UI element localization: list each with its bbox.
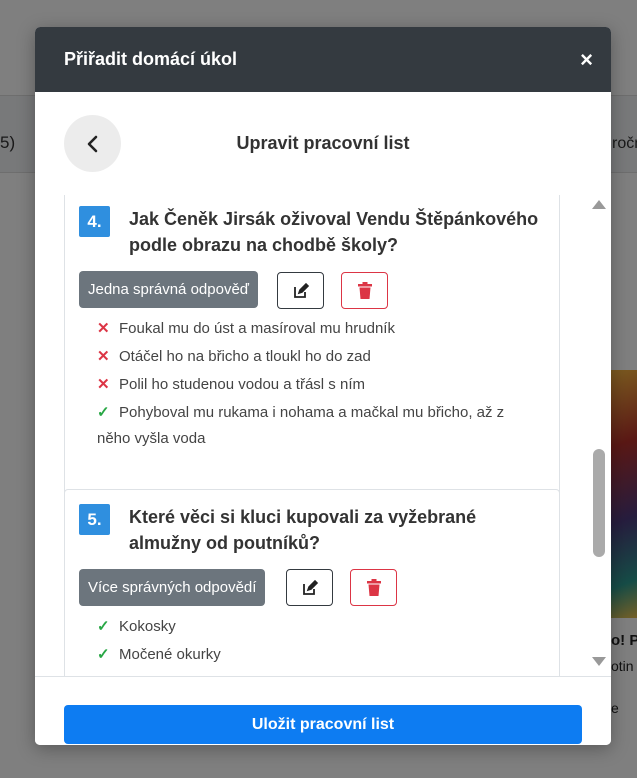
answer-text: Močené okurky: [119, 646, 221, 663]
wrong-answer-icon: ✕: [97, 348, 110, 365]
answer-option: ✓ Kokosky: [97, 614, 537, 640]
answer-text: Kokosky: [119, 618, 176, 635]
answer-option: ✕ Otáčel ho na břicho a tloukl ho do zad: [97, 344, 537, 370]
close-icon[interactable]: ×: [580, 47, 593, 73]
delete-question-button[interactable]: [350, 569, 397, 606]
save-worksheet-button[interactable]: Uložit pracovní list: [64, 705, 582, 744]
worksheet-scroll-area[interactable]: 4. Jak Čeněk Jirsák oživoval Vendu Štěpá…: [35, 195, 611, 676]
wrong-answer-icon: ✕: [97, 320, 110, 337]
question-number: 4.: [79, 206, 110, 237]
question-text: Jak Čeněk Jirsák oživoval Vendu Štěpánko…: [129, 209, 539, 255]
edit-icon: [302, 579, 318, 595]
modal-title: Přiřadit domácí úkol: [64, 49, 238, 69]
trash-icon: [357, 281, 372, 299]
scroll-up-arrow-icon[interactable]: [592, 200, 606, 209]
answer-text: Foukal mu do úst a masíroval mu hrudník: [119, 320, 395, 337]
wrong-answer-icon: ✕: [97, 376, 110, 393]
trash-icon: [366, 578, 381, 596]
assign-homework-modal: Přiřadit domácí úkol × Upravit pracovní …: [35, 27, 611, 745]
answer-text: Pohyboval mu rukama i nohama a mačkal mu…: [97, 404, 505, 447]
question-number: 5.: [79, 504, 110, 535]
correct-answer-icon: ✓: [97, 646, 110, 663]
correct-answer-icon: ✓: [97, 618, 110, 635]
question-text: Které věci si kluci kupovali za vyžebran…: [129, 507, 477, 553]
answer-option: ✓ Močené okurky: [97, 642, 537, 668]
answer-text: Otáčel ho na břicho a tloukl ho do zad: [119, 348, 371, 365]
correct-answer-icon: ✓: [97, 404, 110, 421]
modal-footer: Uložit pracovní list: [35, 676, 611, 745]
scroll-down-arrow-icon[interactable]: [592, 657, 606, 666]
answer-option: ✕ Polil ho studenou vodou a třásl s ním: [97, 372, 537, 398]
edit-question-button[interactable]: [286, 569, 333, 606]
delete-question-button[interactable]: [341, 272, 388, 309]
worksheet-subheader: Upravit pracovní list: [35, 92, 611, 195]
answer-text: Polil ho studenou vodou a třásl s ním: [119, 376, 365, 393]
answer-option: ✓ Pohyboval mu rukama i nohama a mačkal m…: [97, 400, 527, 452]
question-card: 5. Které věci si kluci kupovali za vyžeb…: [64, 489, 560, 676]
answer-type-badge: Více správných odpovědí: [79, 569, 266, 606]
page-title: Upravit pracovní list: [236, 133, 410, 153]
modal-header: Přiřadit domácí úkol ×: [35, 27, 611, 92]
edit-question-button[interactable]: [277, 272, 324, 309]
answer-type-badge: Jedna správná odpověď: [79, 271, 259, 308]
answer-option: ✕ Foukal mu do úst a masíroval mu hrudník: [97, 316, 537, 342]
edit-icon: [293, 282, 309, 298]
scrollbar-thumb[interactable]: [593, 449, 605, 557]
